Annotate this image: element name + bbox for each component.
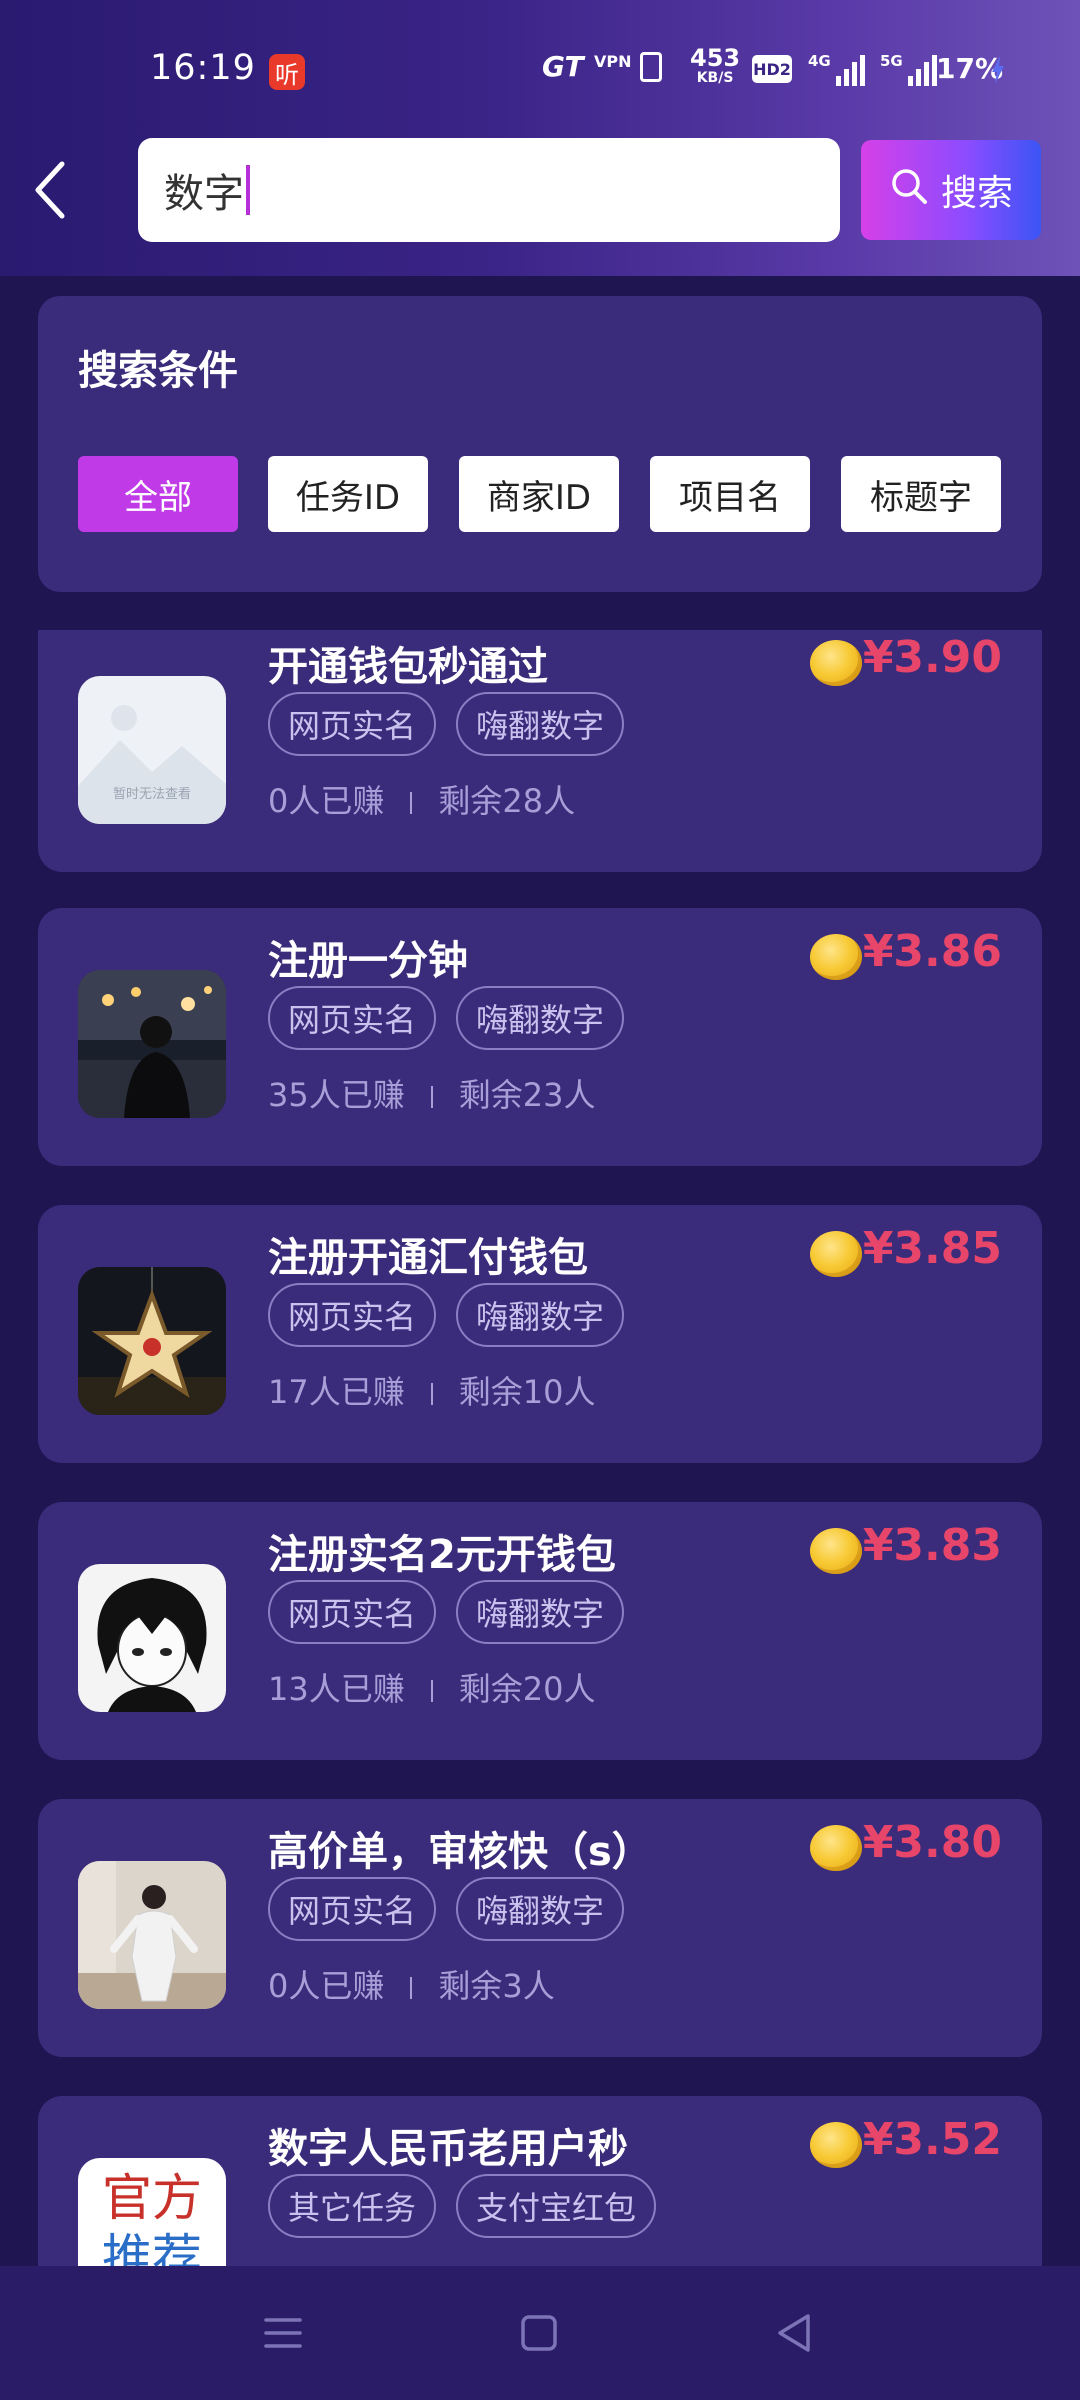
task-card[interactable]: 高价单，审核快（s） ¥3.80 网页实名 嗨翻数字 0人已赚 剩余3人: [38, 1799, 1042, 2057]
search-icon: [889, 166, 929, 215]
coin-icon: [810, 1528, 862, 1574]
task-tag: 嗨翻数字: [456, 1283, 625, 1347]
filter-chip-project-name[interactable]: 项目名: [650, 456, 810, 532]
text-caret: [246, 165, 250, 215]
task-title: 注册开通汇付钱包: [268, 1235, 588, 1281]
search-input[interactable]: 数字: [138, 138, 840, 242]
task-stats: 35人已赚 剩余23人: [268, 1076, 596, 1114]
task-title: 高价单，审核快（s）: [268, 1829, 652, 1875]
task-title: 注册实名2元开钱包: [268, 1532, 616, 1578]
task-price: ¥3.85: [862, 1223, 1002, 1274]
back-arrow-icon[interactable]: [30, 160, 74, 220]
task-stats: 13人已赚 剩余20人: [268, 1670, 596, 1708]
task-price: ¥3.86: [862, 926, 1002, 977]
task-stats: 0人已赚 剩余28人: [268, 782, 576, 820]
menu-icon[interactable]: [258, 2308, 308, 2358]
task-thumbnail-night-street: [78, 970, 226, 1118]
coin-icon: [810, 1231, 862, 1277]
coin-icon: [810, 640, 862, 686]
signal-5g-icon: 5G: [880, 52, 937, 86]
task-thumbnail-official-recommend: 官方 推荐: [78, 2158, 226, 2266]
search-conditions-panel: 搜索条件 全部 任务ID 商家ID 项目名 标题字: [38, 296, 1042, 592]
task-list: 暂时无法查看 开通钱包秒通过 ¥3.90 网页实名 嗨翻数字 0人已赚 剩余28人: [0, 630, 1080, 2266]
coin-icon: [810, 1825, 862, 1871]
vibrate-icon: [640, 52, 662, 82]
filter-title: 搜索条件: [78, 348, 238, 394]
task-thumbnail-anime-avatar: [78, 1564, 226, 1712]
task-title: 数字人民币老用户秒: [268, 2126, 628, 2172]
task-thumbnail-placeholder: 暂时无法查看: [78, 676, 226, 824]
task-tag: 网页实名: [268, 1283, 437, 1347]
filter-chip-task-id[interactable]: 任务ID: [268, 456, 428, 532]
task-title: 开通钱包秒通过: [268, 644, 548, 690]
task-card[interactable]: 注册实名2元开钱包 ¥3.83 网页实名 嗨翻数字 13人已赚 剩余20人: [38, 1502, 1042, 1760]
filter-chip-title-keyword[interactable]: 标题字: [841, 456, 1001, 532]
task-card[interactable]: 暂时无法查看 开通钱包秒通过 ¥3.90 网页实名 嗨翻数字 0人已赚 剩余28人: [38, 630, 1042, 872]
back-triangle-icon[interactable]: [770, 2308, 820, 2358]
search-query: 数字: [164, 171, 244, 217]
task-tag: 网页实名: [268, 986, 437, 1050]
task-tag: 其它任务: [268, 2174, 437, 2238]
task-price: ¥3.80: [862, 1817, 1002, 1868]
filter-chip-all[interactable]: 全部: [78, 456, 238, 532]
task-stats: 17人已赚 剩余10人: [268, 1373, 596, 1411]
task-price: ¥3.52: [862, 2114, 1002, 2165]
task-tag: 网页实名: [268, 1877, 437, 1941]
task-thumbnail-star-lantern: [78, 1267, 226, 1415]
task-tag: 嗨翻数字: [456, 1877, 625, 1941]
task-title: 注册一分钟: [268, 938, 468, 984]
header: 16:19 听 GT VPN 453 KB/S HD2 4G 5G 17% 数字…: [0, 0, 1080, 276]
thumb-label-recommend: 推荐: [102, 2229, 202, 2266]
thumb-label-official: 官方: [102, 2169, 202, 2227]
task-tag: 嗨翻数字: [456, 986, 625, 1050]
home-square-icon[interactable]: [514, 2308, 564, 2358]
task-card[interactable]: 注册开通汇付钱包 ¥3.85 网页实名 嗨翻数字 17人已赚 剩余10人: [38, 1205, 1042, 1463]
hd-voice-icon: HD2: [752, 55, 792, 83]
task-stats: 0人已赚 剩余3人: [268, 1967, 555, 2005]
task-thumbnail-person: [78, 1861, 226, 2009]
task-tag: 嗨翻数字: [456, 692, 625, 756]
task-price: ¥3.90: [862, 632, 1002, 683]
app-badge-icon: 听: [269, 54, 305, 90]
system-nav-bar: [0, 2266, 1080, 2400]
task-price: ¥3.83: [862, 1520, 1002, 1571]
screen: 16:19 听 GT VPN 453 KB/S HD2 4G 5G 17% 数字…: [0, 0, 1080, 2400]
signal-4g-icon: 4G: [808, 52, 865, 86]
clock: 16:19: [150, 48, 256, 88]
thumb-caption: 暂时无法查看: [113, 786, 191, 802]
task-tag: 嗨翻数字: [456, 1580, 625, 1644]
network-speed: 453 KB/S: [690, 44, 741, 86]
vpn-icon: VPN: [594, 52, 632, 71]
filter-chip-merchant-id[interactable]: 商家ID: [459, 456, 619, 532]
charging-icon: [992, 56, 1004, 84]
task-card[interactable]: 官方 推荐 数字人民币老用户秒 ¥3.52 其它任务 支付宝红包: [38, 2096, 1042, 2266]
search-button-label: 搜索: [940, 173, 1013, 214]
task-tag: 网页实名: [268, 692, 437, 756]
coin-icon: [810, 934, 862, 980]
coin-icon: [810, 2122, 862, 2168]
task-tag: 支付宝红包: [456, 2174, 657, 2238]
search-button[interactable]: 搜索: [861, 140, 1041, 240]
task-tag: 网页实名: [268, 1580, 437, 1644]
gt-mode-icon: GT: [542, 50, 584, 83]
task-card[interactable]: 注册一分钟 ¥3.86 网页实名 嗨翻数字 35人已赚 剩余23人: [38, 908, 1042, 1166]
status-bar: 16:19 听 GT VPN 453 KB/S HD2 4G 5G 17%: [0, 0, 1080, 140]
